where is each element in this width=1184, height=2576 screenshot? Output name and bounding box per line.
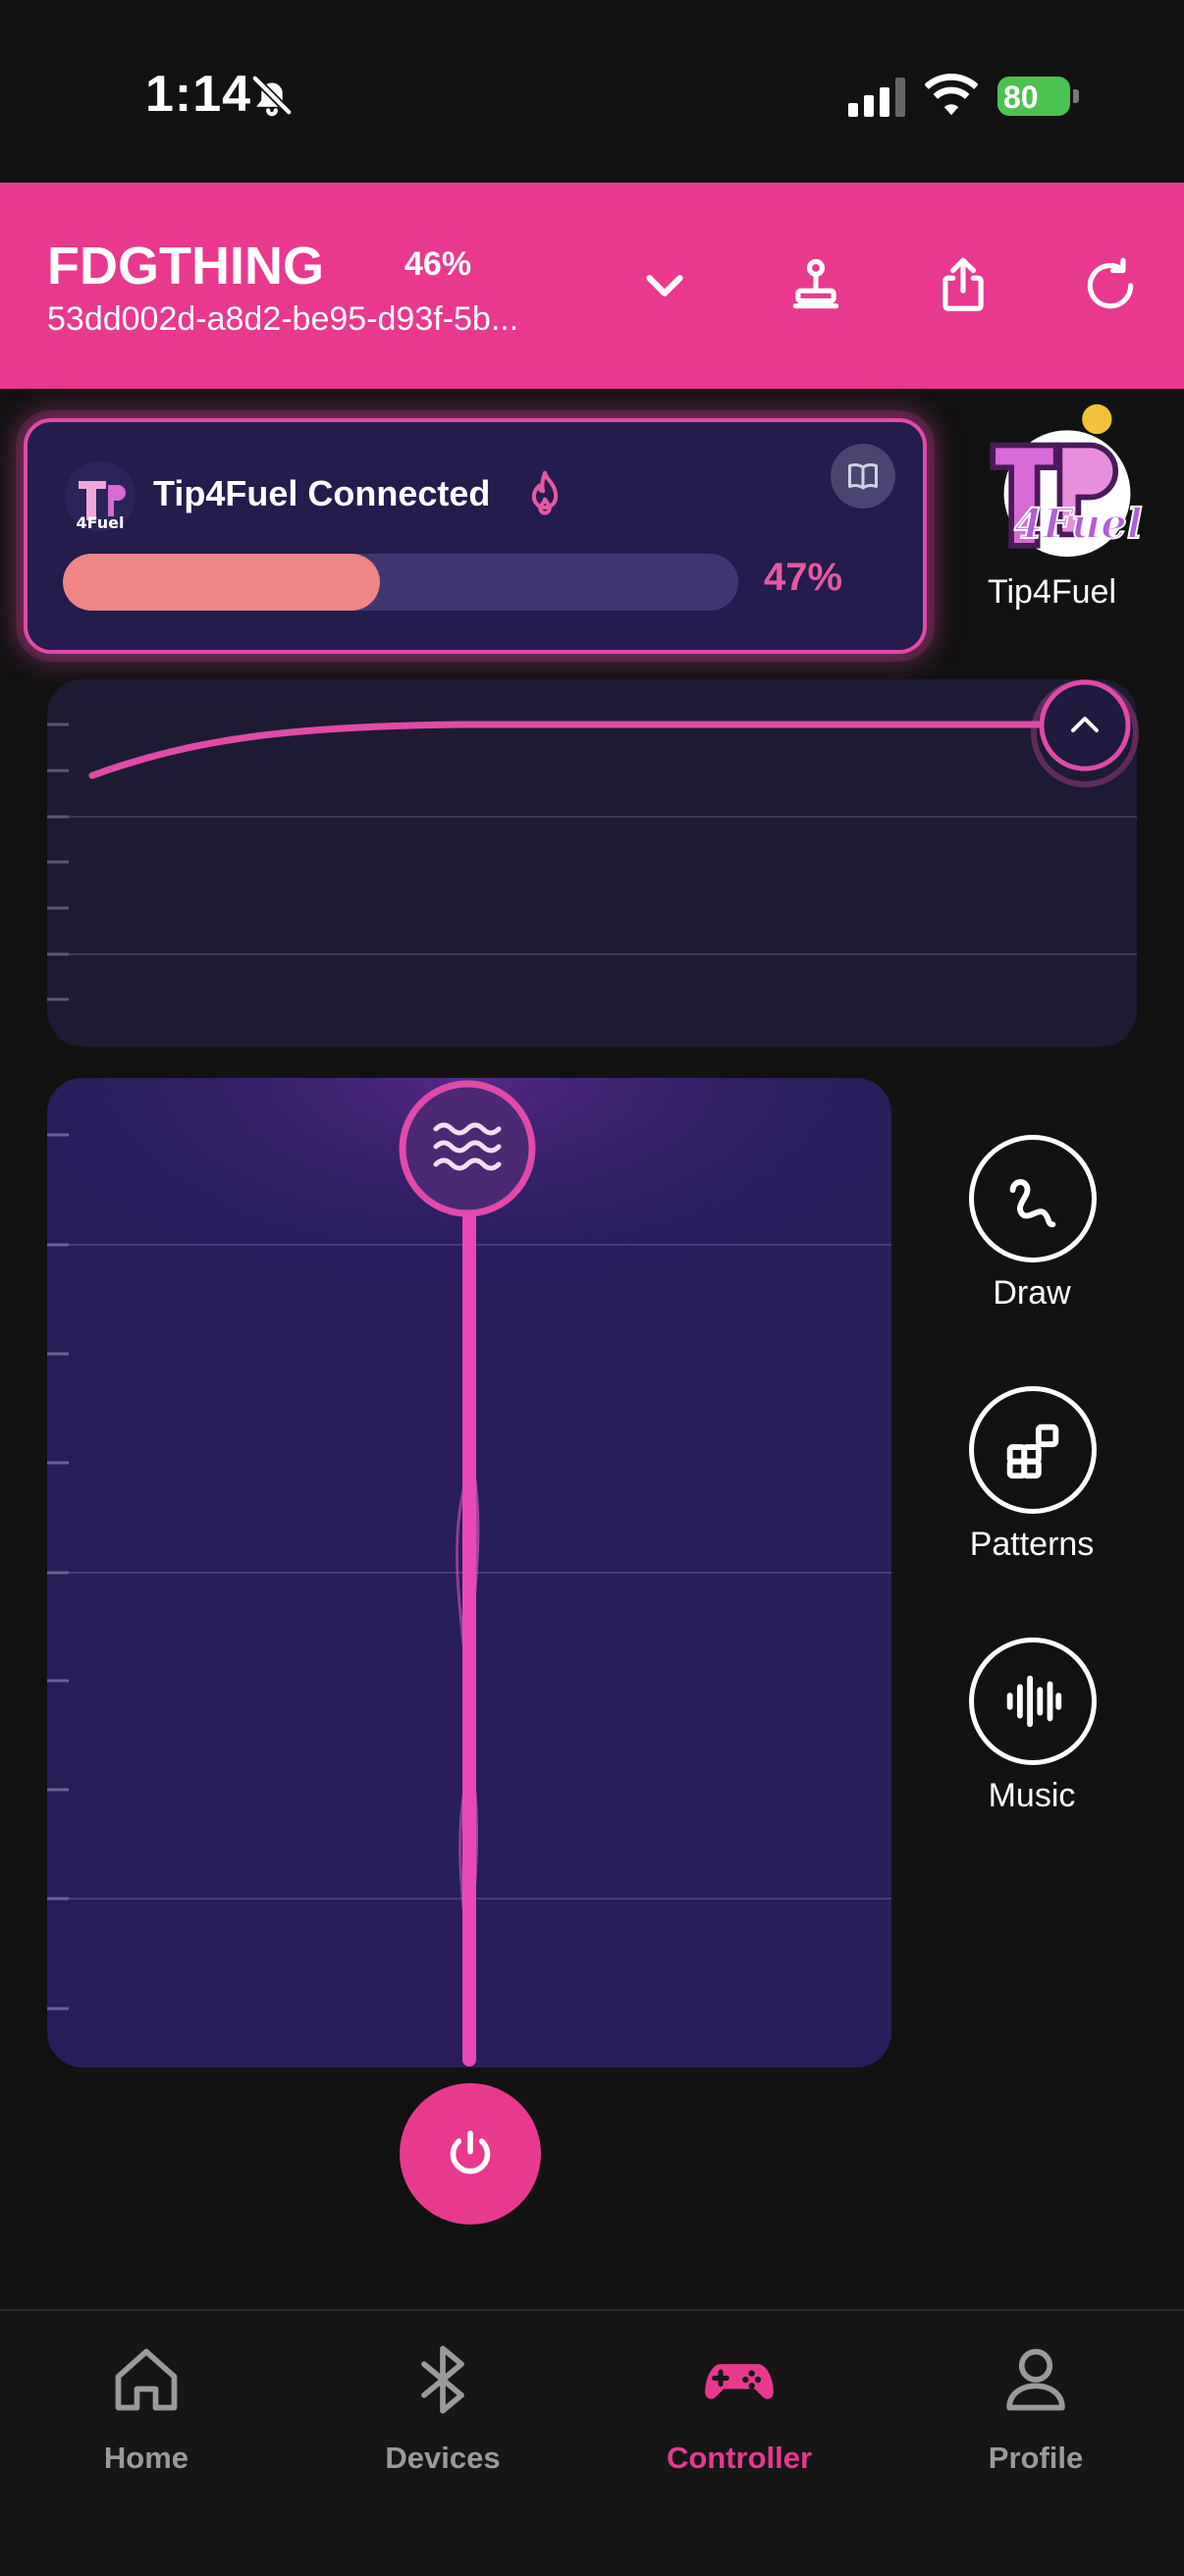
- patterns-button[interactable]: [969, 1386, 1097, 1514]
- chevron-down-icon: [646, 275, 683, 296]
- patterns-label: Patterns: [969, 1526, 1095, 1563]
- tab-devices[interactable]: Devices: [335, 2342, 551, 2476]
- share-icon: [942, 257, 984, 311]
- power-button[interactable]: [400, 2083, 541, 2225]
- tab-controller[interactable]: Controller: [631, 2342, 847, 2476]
- tab-profile[interactable]: Profile: [928, 2342, 1144, 2476]
- music-button[interactable]: [969, 1637, 1097, 1765]
- gamepad-icon: [705, 2364, 774, 2399]
- tip4fuel-card: [24, 418, 927, 654]
- refresh-icon: [1087, 257, 1134, 309]
- tab-profile-label: Profile: [988, 2441, 1084, 2475]
- device-id: 53dd002d-a8d2-be95-d93f-5b...: [47, 300, 519, 338]
- patterns-icon: [1006, 1423, 1059, 1479]
- intensity-slider-panel[interactable]: [47, 1078, 891, 2067]
- tab-home-label: Home: [103, 2441, 189, 2475]
- tip4fuel-brand-label: Tip4Fuel: [988, 573, 1117, 611]
- flame-icon: [531, 470, 559, 515]
- tip4fuel-progress-label: 47%: [764, 556, 843, 599]
- tip4fuel-brand-logo[interactable]: 4Fuel: [974, 401, 1160, 577]
- draw-label: Draw: [993, 1274, 1071, 1312]
- power-icon: [450, 2130, 491, 2174]
- intensity-slider-knob[interactable]: [397, 1078, 538, 1219]
- draw-button[interactable]: [969, 1135, 1097, 1262]
- tab-controller-label: Controller: [666, 2441, 813, 2475]
- tab-home[interactable]: Home: [38, 2342, 254, 2476]
- status-time: 1:14: [145, 66, 252, 123]
- refresh-button[interactable]: [1076, 251, 1145, 320]
- book-icon: [848, 463, 878, 490]
- device-percent: 46%: [404, 245, 472, 283]
- joystick-button[interactable]: [781, 251, 850, 320]
- draw-icon: [1009, 1179, 1056, 1228]
- collapse-graph-button[interactable]: [1031, 679, 1139, 787]
- device-name: FDGTHING: [47, 237, 324, 295]
- intensity-slider-track: [47, 1078, 891, 2066]
- device-dropdown-button[interactable]: [630, 251, 699, 320]
- guide-button[interactable]: [831, 444, 895, 509]
- joystick-icon: [792, 258, 839, 309]
- battery-level: 80: [1003, 80, 1039, 115]
- intensity-history-graph: [47, 679, 1137, 1046]
- bluetooth-icon: [421, 2345, 464, 2414]
- tab-devices-label: Devices: [385, 2441, 501, 2475]
- battery-indicator: 80: [997, 77, 1080, 116]
- music-label: Music: [988, 1777, 1076, 1814]
- tip4fuel-progress-fill: [63, 554, 381, 611]
- tip4fuel-logo-icon: 4Fuel: [65, 461, 135, 532]
- home-icon: [115, 2348, 178, 2411]
- share-button[interactable]: [929, 251, 997, 320]
- svg-text:4Fuel: 4Fuel: [1014, 500, 1143, 548]
- tip4fuel-status: Tip4Fuel Connected: [153, 473, 491, 513]
- intensity-history-chart: [47, 721, 1137, 1001]
- music-waveform-icon: [1006, 1675, 1062, 1728]
- wifi-icon: [925, 74, 978, 116]
- svg-text:4Fuel: 4Fuel: [77, 513, 125, 532]
- tip4fuel-progress-bar: [63, 554, 738, 611]
- profile-icon: [1006, 2348, 1065, 2411]
- cellular-signal-icon: [848, 78, 905, 117]
- bell-muted-icon: [250, 74, 294, 117]
